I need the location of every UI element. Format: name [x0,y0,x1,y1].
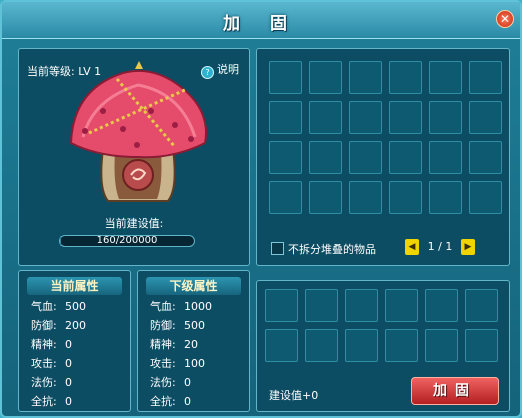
inventory-slot[interactable] [309,101,342,134]
next-attributes-title: 下级属性 [146,277,241,295]
inventory-slot[interactable] [469,61,502,94]
attr-key: 防御: [150,319,176,332]
attr-key: 气血: [31,300,57,313]
help-label: 说明 [217,63,239,76]
window-title: 加 固 [223,14,299,34]
attr-row: 气血: 1000 [138,297,249,316]
inventory-slot[interactable] [389,141,422,174]
next-attributes-panel: 下级属性 气血: 1000 防御: 500 精神: 20 攻击: 100 法伤: 0 全抗… [137,270,250,412]
build-progress-bar: 160/200000 [59,235,195,247]
no-split-label: 不拆分堆叠的物品 [288,243,376,256]
material-slot[interactable] [385,289,418,322]
inventory-slot[interactable] [309,61,342,94]
title-bar[interactable]: 加 固 ✕ [2,2,520,39]
close-icon[interactable]: ✕ [496,10,514,28]
attr-key: 法伤: [31,376,57,389]
material-slot[interactable] [385,329,418,362]
inventory-slot[interactable] [389,61,422,94]
inventory-slot[interactable] [469,101,502,134]
attr-value: 0 [184,376,191,389]
attr-row: 全抗: 0 [19,392,130,411]
inventory-slot[interactable] [429,61,462,94]
attr-row: 精神: 0 [19,335,130,354]
material-slot[interactable] [305,289,338,322]
material-slot[interactable] [345,329,378,362]
materials-panel: 建设值+0 加固 [256,280,510,412]
inventory-slot[interactable] [429,101,462,134]
build-value-label: 当前建设值: [104,217,164,230]
reinforce-window: 加 固 ✕ 当前等级: LV 1 ? 说明 当前建设值: 160/200000 … [0,0,522,418]
attr-value: 200 [65,319,86,332]
material-slot[interactable] [465,289,498,322]
material-slot[interactable] [425,289,458,322]
inventory-panel: 不拆分堆叠的物品 ◀ 1 / 1 ▶ [256,48,510,266]
inventory-slot[interactable] [349,181,382,214]
inventory-slot[interactable] [389,101,422,134]
inventory-slot[interactable] [269,141,302,174]
pager: ◀ 1 / 1 ▶ [405,238,475,256]
current-attributes-title: 当前属性 [27,277,122,295]
inventory-slot[interactable] [469,181,502,214]
material-slot[interactable] [425,329,458,362]
inventory-slot[interactable] [429,181,462,214]
attr-value: 0 [65,338,72,351]
inventory-slot[interactable] [389,181,422,214]
attr-value: 1000 [184,300,212,313]
no-split-checkbox[interactable]: 不拆分堆叠的物品 [271,241,376,257]
attr-key: 防御: [31,319,57,332]
attr-value: 20 [184,338,198,351]
prev-page-button[interactable]: ◀ [405,239,419,255]
attr-key: 攻击: [150,357,176,370]
attr-key: 攻击: [31,357,57,370]
attr-value: 500 [65,300,86,313]
build-value-gain: 建设值+0 [269,389,319,402]
inventory-slot[interactable] [309,181,342,214]
material-slot[interactable] [265,329,298,362]
page-indicator: 1 / 1 [427,240,453,253]
attr-key: 精神: [31,338,57,351]
building-panel: 当前等级: LV 1 ? 说明 当前建设值: 160/200000 [18,48,250,266]
attr-row: 防御: 500 [138,316,249,335]
inventory-slot[interactable] [269,181,302,214]
attr-row: 全抗: 0 [138,392,249,411]
build-progress-text: 160/200000 [96,235,158,246]
mushroom-house-image [69,61,207,202]
attr-row: 精神: 20 [138,335,249,354]
attr-key: 全抗: [31,395,57,408]
attr-value: 0 [184,395,191,408]
attr-row: 法伤: 0 [138,373,249,392]
checkbox-box [271,242,284,255]
attr-value: 0 [65,395,72,408]
attr-value: 0 [65,357,72,370]
inventory-slot[interactable] [469,141,502,174]
attr-key: 全抗: [150,395,176,408]
attr-row: 攻击: 0 [19,354,130,373]
attr-key: 气血: [150,300,176,313]
material-slot[interactable] [465,329,498,362]
attr-value: 100 [184,357,205,370]
attr-key: 法伤: [150,376,176,389]
attr-value: 0 [65,376,72,389]
attr-row: 防御: 200 [19,316,130,335]
inventory-slot[interactable] [349,101,382,134]
inventory-slot[interactable] [309,141,342,174]
inventory-slot[interactable] [349,141,382,174]
attr-row: 法伤: 0 [19,373,130,392]
material-slot[interactable] [345,289,378,322]
next-page-button[interactable]: ▶ [461,239,475,255]
attr-row: 攻击: 100 [138,354,249,373]
inventory-slot[interactable] [269,61,302,94]
inventory-slot[interactable] [429,141,462,174]
inventory-slot[interactable] [269,101,302,134]
reinforce-button[interactable]: 加固 [411,377,499,405]
attr-key: 精神: [150,338,176,351]
material-slot[interactable] [305,329,338,362]
inventory-slot[interactable] [349,61,382,94]
attr-value: 500 [184,319,205,332]
current-attributes-panel: 当前属性 气血: 500 防御: 200 精神: 0 攻击: 0 法伤: 0 全抗: 0 [18,270,131,412]
material-slot[interactable] [265,289,298,322]
attr-row: 气血: 500 [19,297,130,316]
